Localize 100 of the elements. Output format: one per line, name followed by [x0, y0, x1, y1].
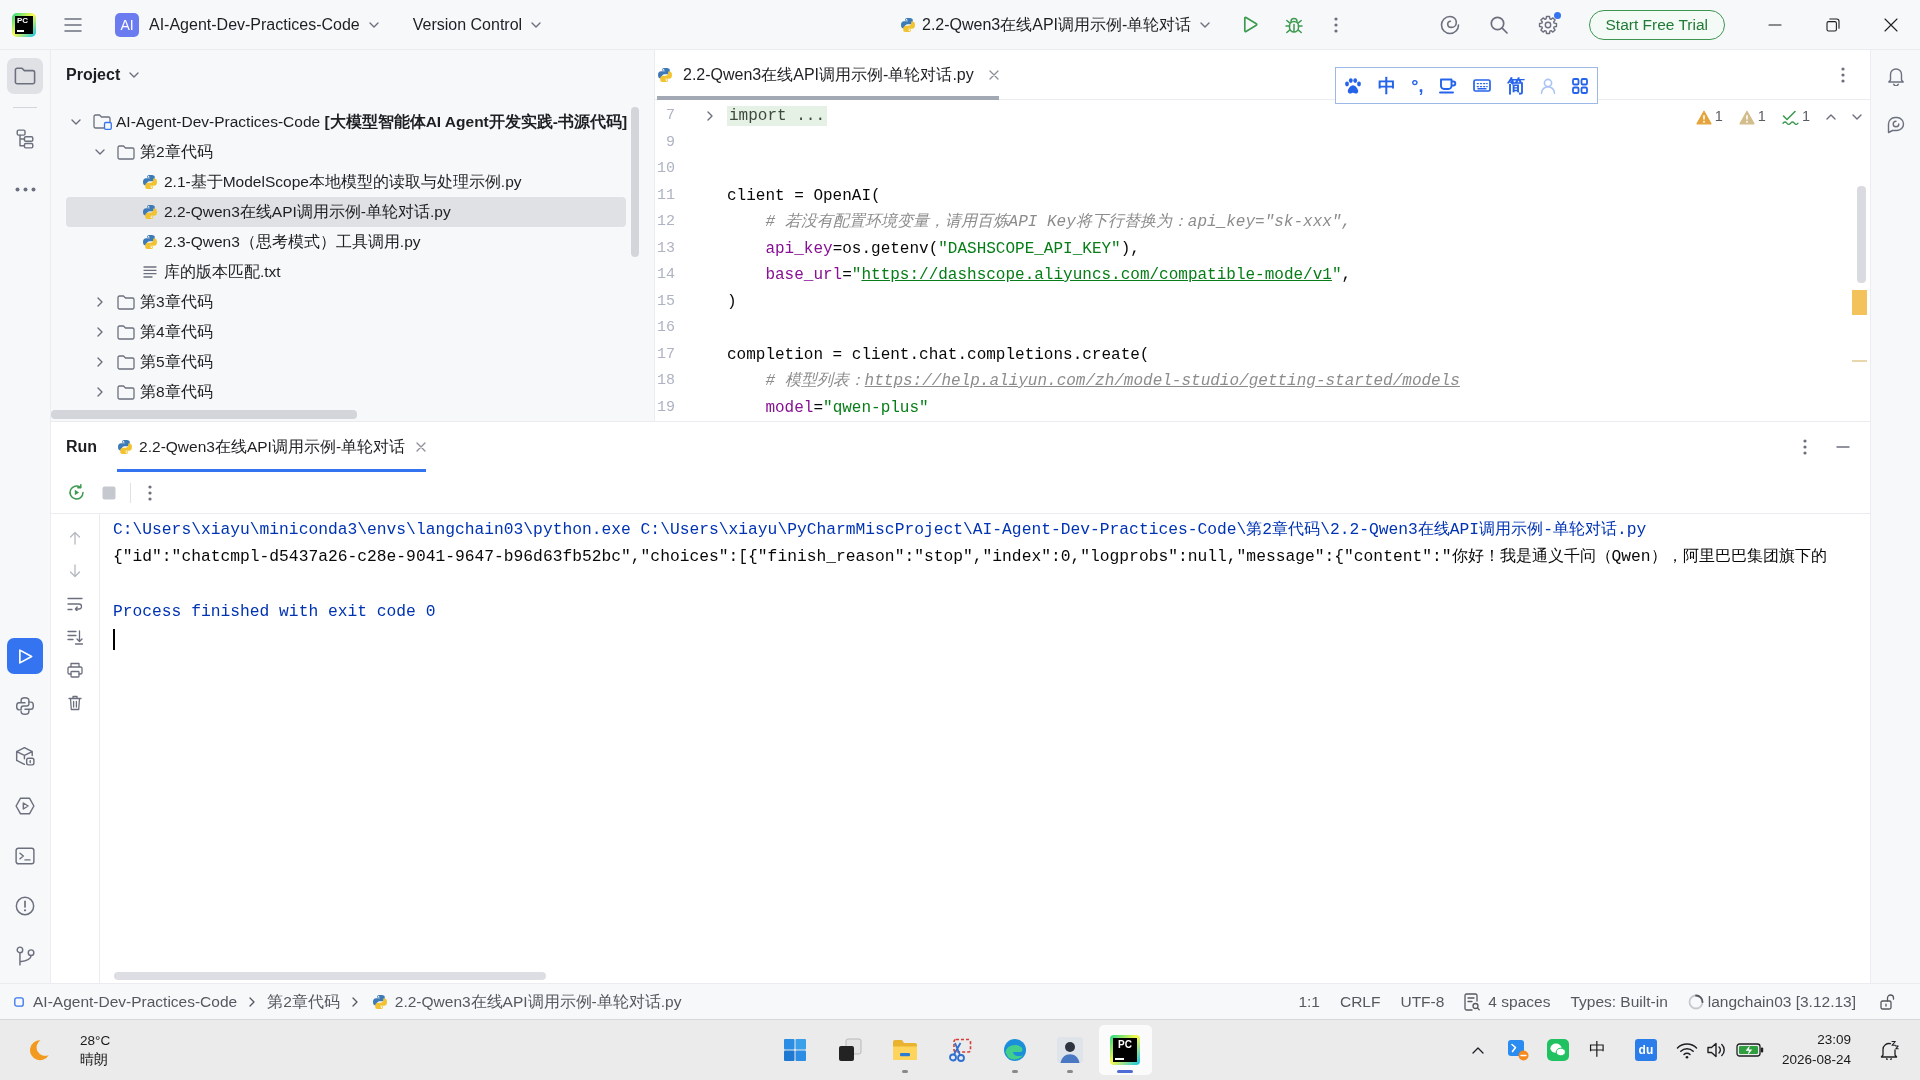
taskbar-button[interactable]: PC [1098, 1025, 1152, 1075]
chevron-right-icon[interactable] [97, 357, 103, 367]
start-trial-button[interactable]: Start Free Trial [1588, 9, 1725, 40]
line-number: 18 [656, 371, 675, 391]
more-icon[interactable] [1334, 16, 1339, 33]
trash-icon[interactable] [68, 695, 82, 711]
breadcrumb-item[interactable]: 2.2-Qwen3在线API调用示例-单轮对话.py [394, 989, 682, 1014]
more-icon[interactable] [1803, 439, 1807, 455]
app-icon[interactable]: du [1634, 1039, 1657, 1061]
punctuation-toggle[interactable]: °, [1411, 75, 1424, 96]
warning-marker[interactable] [1852, 360, 1867, 362]
editor-tab[interactable]: 2.2-Qwen3在线API调用示例-单轮对话.py [657, 49, 999, 100]
chevron-right-icon[interactable] [97, 387, 103, 397]
more-icon[interactable] [1841, 66, 1845, 83]
inspection-counter[interactable]: 1 [1738, 106, 1766, 128]
status-item[interactable]: Types: Built-in [1570, 989, 1668, 1014]
scrollbar-thumb[interactable] [1857, 186, 1866, 283]
bell-icon[interactable] [1879, 1040, 1899, 1060]
breadcrumb-item[interactable]: AI-Agent-Dev-Practices-Code [33, 989, 238, 1014]
chevron-down-icon[interactable] [71, 119, 81, 125]
tree-item[interactable]: 第5章代码 [66, 347, 626, 377]
chevron-up-icon[interactable] [1471, 1046, 1484, 1054]
app-logo[interactable]: PC [12, 12, 36, 37]
task-view-icon [838, 1038, 862, 1062]
vcs-menu[interactable]: Version Control [412, 12, 542, 37]
keyboard-icon[interactable] [1472, 79, 1491, 92]
tool-window-button[interactable] [7, 58, 43, 94]
close-icon[interactable] [1884, 17, 1898, 32]
volume-icon[interactable] [1705, 1041, 1728, 1059]
tree-item[interactable]: 2.2-Qwen3在线API调用示例-单轮对话.py [66, 197, 626, 227]
rerun-icon[interactable] [68, 484, 85, 501]
clock-date[interactable]: 2026-08-24 [1781, 1050, 1851, 1070]
tree-item[interactable]: 第4章代码 [66, 317, 626, 347]
clock-time[interactable]: 23:09 [1781, 1030, 1851, 1050]
warning-marker[interactable] [1852, 290, 1867, 315]
chevron-right-icon[interactable] [97, 327, 103, 337]
chevron-right-icon[interactable] [97, 297, 103, 307]
code-line: model="qwen-plus" [764, 397, 929, 419]
inspection-counter[interactable]: 1 [1695, 106, 1723, 128]
status-item[interactable]: 4 spaces [1488, 989, 1551, 1014]
inspection-counter[interactable]: 1 [1781, 106, 1810, 128]
scrollbar-thumb[interactable] [631, 107, 639, 257]
scroll-to-end-icon[interactable] [67, 629, 83, 645]
paw-icon[interactable] [1344, 77, 1362, 94]
browser-icon [1003, 1038, 1027, 1062]
chat-icon[interactable] [1885, 116, 1906, 134]
soft-wrap-icon[interactable] [67, 597, 83, 611]
status-item[interactable]: CRLF [1339, 989, 1381, 1014]
status-item[interactable]: langchain03 [3.12.13] [1707, 989, 1856, 1014]
run-config-selector[interactable]: 2.2-Qwen3在线API调用示例-单轮对话 [900, 12, 1211, 37]
script-toggle[interactable]: 简 [1506, 75, 1525, 96]
ime-mode-toggle[interactable]: 中 [1377, 75, 1396, 96]
folder-icon [892, 1039, 918, 1061]
scrollbar-thumb[interactable] [51, 410, 357, 419]
more-icon [14, 186, 36, 192]
document-icon[interactable] [1464, 992, 1481, 1011]
run-icon[interactable] [1243, 16, 1259, 33]
project-selector[interactable]: AI AI-Agent-Dev-Practices-Code [115, 12, 379, 37]
tree-item[interactable]: 2.1-基于ModelScope本地模型的读取与处理示例.py [66, 167, 626, 197]
tree-item[interactable]: 第3章代码 [66, 287, 626, 317]
tree-item[interactable]: AI-Agent-Dev-Practices-Code [大模型智能体AI Agent开发实践-书源代码] [66, 107, 626, 137]
print-icon[interactable] [67, 662, 83, 678]
menu-icon[interactable] [64, 17, 82, 32]
status-item[interactable]: 1:1 [1298, 989, 1320, 1014]
restore-icon[interactable] [1826, 17, 1840, 32]
scrollbar-thumb[interactable] [114, 972, 546, 980]
folder-icon [117, 324, 135, 340]
app-logo[interactable]: PC [1110, 1035, 1140, 1065]
tree-item[interactable]: 2.3-Qwen3（思考模式）工具调用.py [66, 227, 626, 257]
status-item[interactable]: UTF-8 [1400, 989, 1445, 1014]
chat-icon[interactable] [1546, 1039, 1569, 1061]
code-line: client = OpenAI( [727, 185, 881, 207]
panel-title[interactable]: Project [66, 63, 140, 87]
chevron-right-icon [351, 996, 358, 1007]
spiral-icon[interactable] [1439, 14, 1460, 35]
breadcrumb-item[interactable]: 第2章代码 [267, 989, 340, 1014]
python-console-icon [15, 696, 35, 716]
tool-window-button[interactable] [7, 638, 43, 674]
run-tab[interactable]: 2.2-Qwen3在线API调用示例-单轮对话 [117, 422, 427, 472]
chevron-down-icon[interactable] [1852, 114, 1862, 120]
code-link[interactable]: https://dashscope.aliyuncs.com/compatible-mode/v1 [861, 266, 1332, 284]
lock-icon[interactable] [1880, 993, 1895, 1010]
wifi-icon[interactable] [1675, 1041, 1698, 1059]
tree-item[interactable]: 库的版本匹配.txt [66, 257, 626, 287]
fold-icon[interactable] [707, 111, 713, 122]
more-icon[interactable] [148, 484, 152, 501]
app-icon[interactable] [1506, 1039, 1529, 1061]
tree-item[interactable]: 第8章代码 [66, 377, 626, 407]
battery-icon[interactable] [1735, 1042, 1764, 1058]
cup-icon[interactable] [1439, 77, 1458, 94]
python-icon [142, 204, 158, 220]
minimize-icon[interactable] [1768, 23, 1782, 26]
input-method-indicator[interactable]: 中 [1589, 1037, 1607, 1063]
settings-icon[interactable] [1537, 14, 1558, 35]
code-line: # 模型列表：https://help.aliyun.com/zh/model-studio/getting-started/models [764, 371, 1460, 392]
chevron-down-icon[interactable] [95, 149, 105, 155]
grid-icon[interactable] [1571, 77, 1588, 94]
debug-icon[interactable] [1285, 15, 1304, 34]
search-icon[interactable] [1489, 15, 1508, 34]
tree-item[interactable]: 第2章代码 [66, 137, 626, 167]
